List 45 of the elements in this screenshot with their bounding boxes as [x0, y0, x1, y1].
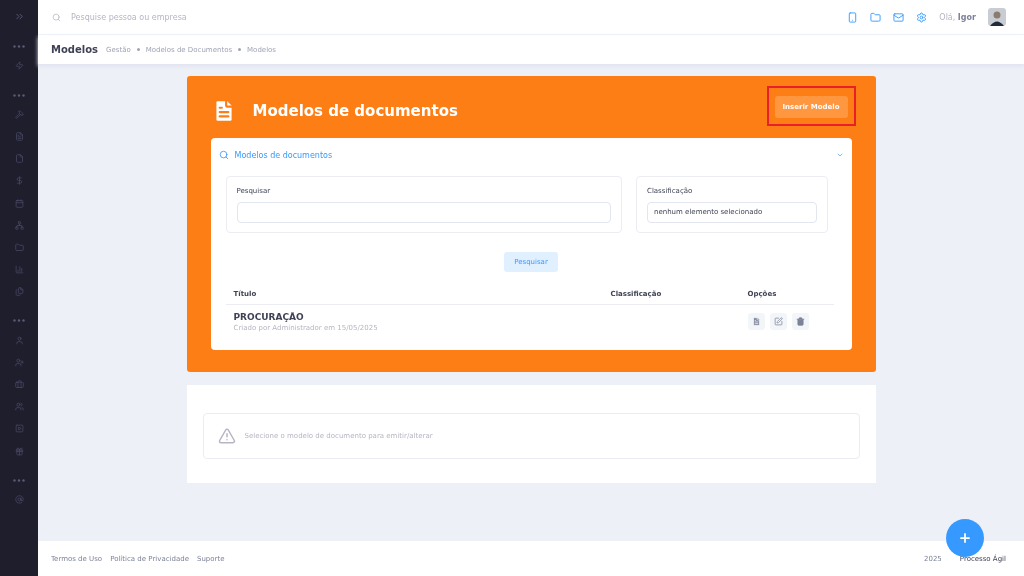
gift-icon[interactable]	[14, 446, 24, 456]
dollar-icon[interactable]	[14, 176, 24, 186]
panel-title: Modelos de documentos	[252, 102, 459, 120]
dots-icon	[13, 93, 25, 97]
dots-icon	[13, 478, 25, 482]
edit-icon	[773, 317, 783, 326]
network-icon[interactable]	[14, 220, 24, 230]
edit-button[interactable]	[769, 313, 787, 330]
document-button[interactable]	[747, 313, 765, 330]
settings-icon[interactable]	[916, 11, 928, 23]
file-icon[interactable]	[14, 154, 24, 164]
at-icon[interactable]	[14, 494, 24, 504]
row-title: PROCURAÇÃO	[233, 311, 305, 322]
user-icon[interactable]	[14, 335, 24, 345]
user-plus-icon[interactable]	[14, 357, 24, 367]
add-button[interactable]	[946, 519, 984, 557]
page-title: Modelos	[51, 44, 98, 55]
dots-icon	[13, 45, 25, 49]
files-icon[interactable]	[14, 287, 24, 297]
briefcase-icon[interactable]	[14, 380, 24, 389]
chart-icon[interactable]	[14, 265, 24, 275]
search-icon	[52, 12, 61, 22]
search-icon	[218, 150, 229, 160]
expand-icon[interactable]	[13, 11, 25, 22]
calendar-icon[interactable]	[14, 198, 24, 208]
bolt-icon[interactable]	[14, 61, 24, 71]
dots-icon	[13, 319, 25, 323]
trash-icon	[795, 317, 805, 326]
hammer-icon[interactable]	[14, 109, 24, 119]
mail-icon[interactable]	[893, 11, 905, 23]
delete-button[interactable]	[791, 313, 809, 330]
play-icon[interactable]	[14, 424, 24, 434]
folder-icon[interactable]	[14, 242, 24, 252]
filter-title[interactable]: Modelos de documentos	[234, 150, 830, 160]
users-icon[interactable]	[14, 402, 24, 412]
user-avatar[interactable]	[988, 8, 1006, 26]
document-icon[interactable]	[14, 131, 24, 141]
chevron-icon[interactable]	[835, 151, 844, 159]
input-field[interactable]	[236, 201, 611, 223]
folder-icon[interactable]	[870, 11, 882, 23]
plus-icon	[958, 531, 972, 545]
document-icon	[751, 317, 761, 326]
phone-icon[interactable]	[847, 11, 859, 23]
user-greeting: Olá, Igor	[939, 12, 976, 22]
warning-icon	[217, 426, 236, 445]
